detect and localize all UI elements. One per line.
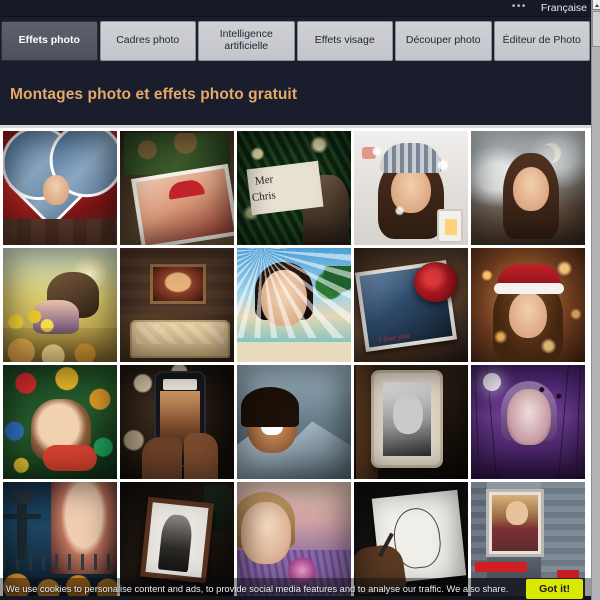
grid-item-snow-mountain-man[interactable] [237, 365, 351, 479]
grid-item-purple-halloween-forest[interactable] [471, 365, 585, 479]
thumbnail-image [471, 365, 585, 479]
grid-item-santa-hat-sparkle[interactable] [471, 248, 585, 362]
cookie-consent-banner: We use cookies to personalise content an… [0, 578, 591, 600]
grid-item-merry-christmas-sign[interactable]: Mer Chris [237, 131, 351, 245]
scroll-up-arrow-icon[interactable] [592, 0, 600, 10]
main-navigation: Effets photo Cadres photo Intelligence a… [0, 17, 591, 65]
thumbnail-image [354, 131, 468, 245]
vertical-scrollbar[interactable] [591, 0, 600, 600]
grid-item-moon-smoke-portrait[interactable] [471, 131, 585, 245]
tab-decouper-photo[interactable]: Découper photo [395, 21, 492, 61]
thumbnail-image [120, 365, 234, 479]
tab-label: Cadres photo [116, 34, 180, 47]
grid-item-phone-in-hands[interactable] [120, 365, 234, 479]
tab-label: Effets photo [18, 34, 80, 47]
tab-label: Éditeur de Photo [502, 34, 581, 47]
grid-item-beach-sun-rays[interactable] [237, 248, 351, 362]
tab-label: Effets visage [314, 34, 375, 47]
grid-item-winter-beanie-portrait[interactable] [354, 131, 468, 245]
grid-item-ornate-frame-bw[interactable] [354, 365, 468, 479]
thumbnail-image [237, 365, 351, 479]
thumbnail-image [120, 248, 234, 362]
thumbnail-image [471, 131, 585, 245]
grid-item-christmas-pinecone-frame[interactable] [120, 131, 234, 245]
thumbnail-image: Mer Chris [237, 131, 351, 245]
thumbnail-image [471, 248, 585, 362]
page-root: ••• Française Effets photo Cadres photo … [0, 0, 600, 600]
tab-editeur-de-photo[interactable]: Éditeur de Photo [493, 21, 590, 61]
photo-effects-grid: Mer Chris I love you [0, 128, 591, 596]
thumbnail-image [3, 365, 117, 479]
thumbnail-image: I love you [354, 248, 468, 362]
language-selector[interactable]: Française [541, 2, 587, 14]
tab-effets-visage[interactable]: Effets visage [296, 21, 393, 61]
tab-effets-photo[interactable]: Effets photo [1, 21, 98, 61]
tab-label: Découper photo [405, 34, 481, 47]
grid-item-red-rose-photo-card[interactable]: I love you [354, 248, 468, 362]
tab-intelligence-artificielle[interactable]: Intelligence artificielle [198, 21, 295, 61]
grid-item-autumn-couple-field[interactable] [3, 248, 117, 362]
thumbnail-image [3, 131, 117, 245]
cookie-accept-button[interactable]: Got it! [526, 579, 583, 599]
top-utility-bar: ••• Française [0, 0, 600, 17]
thumbnail-image [120, 131, 234, 245]
scrollbar-thumb[interactable] [592, 11, 600, 47]
page-title-bar: Montages photo et effets photo gratuit [0, 65, 591, 125]
page-title: Montages photo et effets photo gratuit [10, 86, 298, 103]
grid-item-heart-frame-red-bow[interactable] [3, 131, 117, 245]
thumbnail-image [3, 248, 117, 362]
grid-item-interior-wall-portrait[interactable] [120, 248, 234, 362]
grid-item-christmas-baubles-portrait[interactable] [3, 365, 117, 479]
tab-label-line2: artificielle [224, 40, 269, 52]
tab-cadres-photo[interactable]: Cadres photo [99, 21, 196, 61]
cookie-consent-text: We use cookies to personalise content an… [6, 584, 509, 594]
thumbnail-image [237, 248, 351, 362]
thumbnail-image [354, 365, 468, 479]
overflow-menu-icon[interactable]: ••• [512, 1, 527, 15]
